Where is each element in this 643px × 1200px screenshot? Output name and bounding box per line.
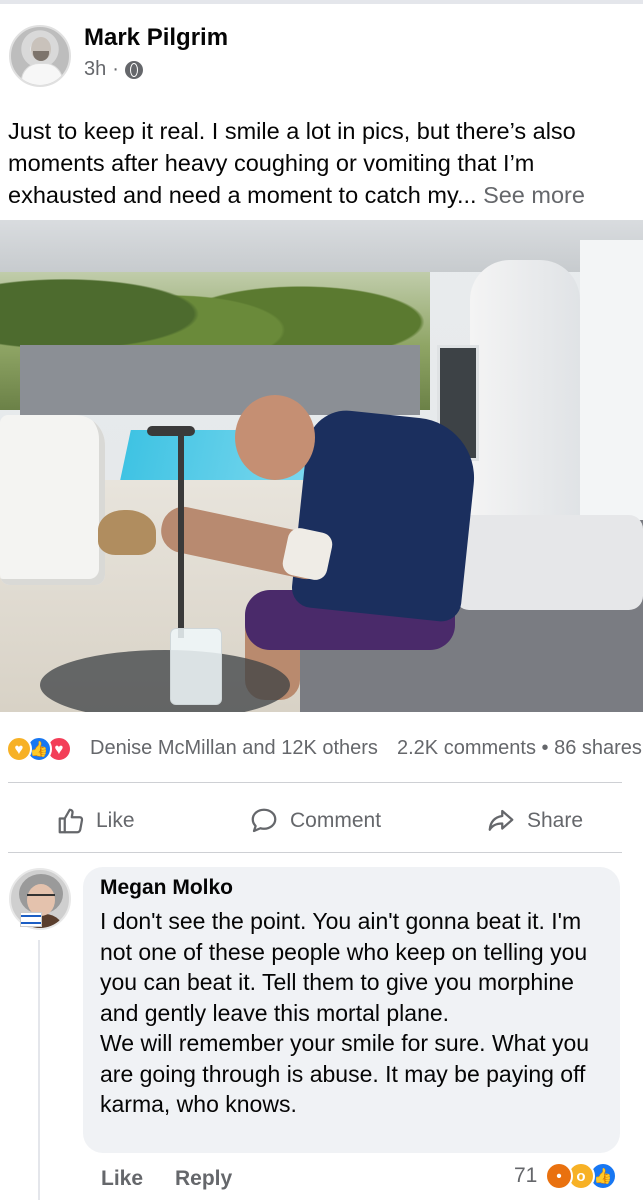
share-button[interactable]: Share (485, 806, 583, 836)
see-more-link[interactable]: See more (483, 182, 585, 208)
care-reaction-icon: ♥ (6, 736, 32, 762)
comment-reply-button[interactable]: Reply (175, 1167, 232, 1191)
comment-count[interactable]: 2.2K comments (397, 737, 536, 759)
stats-dot: • (541, 737, 549, 759)
reaction-summary[interactable]: Denise McMillan and 12K others (90, 737, 378, 760)
top-border (0, 0, 643, 4)
post-meta: 3h · (84, 58, 143, 81)
share-arrow-icon (488, 809, 514, 831)
reaction-icons[interactable]: ♥ 👍 ♥ (6, 736, 72, 762)
post-stats: 2.2K comments • 86 shares (397, 737, 642, 760)
angry-reaction-icon: • (545, 1162, 573, 1190)
comment-label: Comment (290, 809, 382, 832)
comment-text: I don't see the point. You ain't gonna b… (100, 908, 590, 1117)
divider (8, 782, 622, 783)
like-label: Like (96, 809, 135, 832)
post-text: Just to keep it real. I smile a lot in p… (8, 115, 636, 211)
comment-like-button[interactable]: Like (101, 1167, 143, 1191)
post-author-name[interactable]: Mark Pilgrim (84, 24, 228, 52)
commenter-name[interactable]: Megan Molko (100, 876, 233, 900)
globe-icon (124, 60, 143, 79)
author-avatar[interactable] (9, 25, 71, 87)
comment-reaction-count[interactable]: 71 (514, 1164, 537, 1188)
post-photo[interactable] (0, 220, 643, 712)
share-count[interactable]: 86 shares (554, 737, 642, 759)
thread-line (38, 940, 40, 1200)
comment-bubble-icon (251, 808, 277, 833)
meta-separator: · (112, 58, 119, 80)
share-label: Share (527, 809, 584, 832)
post-time[interactable]: 3h (84, 58, 106, 81)
comment-reaction-icons[interactable]: • o 👍 (545, 1162, 617, 1190)
like-button[interactable]: Like (56, 806, 135, 836)
thumbs-up-icon (58, 808, 84, 834)
comment-button[interactable]: Comment (248, 806, 381, 836)
divider (8, 852, 622, 853)
flag-badge-icon (20, 912, 42, 927)
